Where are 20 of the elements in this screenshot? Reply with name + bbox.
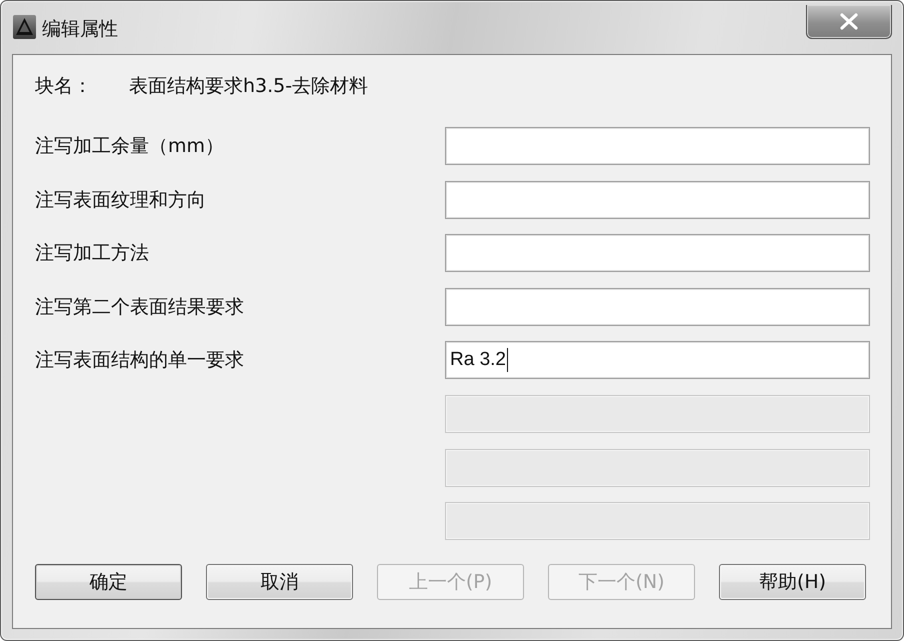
attribute-label: 注写表面纹理和方向 [35, 188, 207, 213]
input-field[interactable] [445, 127, 870, 165]
close-icon [839, 13, 859, 30]
dialog-button[interactable]: 确定 [35, 564, 182, 600]
attribute-label: 注写第二个表面结果要求 [35, 294, 245, 320]
input-field[interactable] [445, 234, 870, 272]
attribute-label: 注写加工方法 [35, 241, 150, 266]
input-field[interactable]: Ra 3.2 [445, 341, 870, 380]
dialog-button[interactable]: 帮助(H) [719, 564, 866, 600]
input-field[interactable] [445, 180, 870, 219]
close-button[interactable] [806, 5, 892, 39]
block-name-value: 表面结构要求h3.5-去除材料 [129, 74, 368, 99]
text-cursor-icon [506, 348, 508, 372]
dialog-button[interactable]: 取消 [206, 564, 353, 600]
app-logo-icon [13, 15, 36, 39]
input-field[interactable] [445, 288, 870, 326]
block-name-label: 块名： [35, 74, 93, 99]
attribute-label: 注写加工余量（mm） [35, 134, 226, 159]
window-title: 编辑属性 [42, 17, 118, 42]
attribute-label: 注写表面结构的单一要求 [35, 348, 245, 374]
